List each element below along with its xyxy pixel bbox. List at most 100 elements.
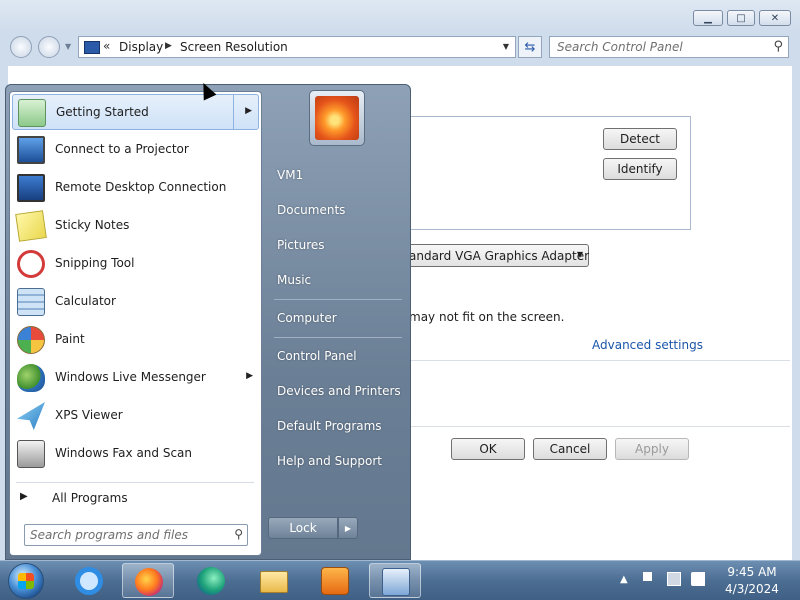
identify-button[interactable]: Identify: [603, 158, 677, 180]
program-windows-fax-scan[interactable]: Windows Fax and Scan: [12, 436, 259, 472]
lock-button[interactable]: Lock: [268, 517, 338, 539]
refresh-icon: ⇆: [524, 39, 536, 55]
minimize-icon: ▁: [704, 12, 712, 24]
program-label: Getting Started: [56, 105, 149, 119]
breadcrumb-separator-icon[interactable]: ▶: [165, 41, 172, 51]
chevron-right-icon: ▶: [20, 491, 28, 502]
network-icon[interactable]: [667, 572, 681, 586]
program-snipping-tool[interactable]: Snipping Tool: [12, 246, 259, 282]
refresh-button[interactable]: ⇆: [518, 36, 542, 58]
user-picture[interactable]: [309, 90, 365, 146]
search-placeholder: Search Control Panel: [557, 40, 683, 54]
maximize-button[interactable]: □: [727, 10, 755, 26]
divider: [408, 426, 790, 427]
clock-time[interactable]: 9:45 AM: [718, 565, 786, 579]
taskbar-firefox[interactable]: [122, 563, 174, 598]
close-button[interactable]: ✕: [759, 10, 791, 26]
taskbar-internet-explorer[interactable]: [63, 563, 115, 598]
start-item-user[interactable]: VM1: [268, 162, 408, 190]
start-item-label: Computer: [277, 311, 337, 325]
windows-logo-icon: [18, 573, 34, 589]
taskbar-control-panel[interactable]: [369, 563, 421, 598]
ok-button[interactable]: OK: [451, 438, 525, 460]
recent-pages-dropdown-icon[interactable]: ▼: [65, 42, 71, 51]
action-center-flag-icon[interactable]: [643, 572, 657, 581]
getting-started-icon: [18, 99, 46, 127]
program-label: Windows Fax and Scan: [55, 446, 193, 460]
start-item-label: Default Programs: [277, 419, 382, 433]
program-calculator[interactable]: Calculator: [12, 284, 259, 320]
volume-muted-icon[interactable]: [691, 572, 705, 586]
program-connect-projector[interactable]: Connect to a Projector: [12, 132, 259, 168]
start-item-music[interactable]: Music: [268, 267, 408, 295]
xps-viewer-icon: [17, 402, 45, 430]
search-icon: ⚲: [234, 527, 243, 541]
start-item-devices-printers[interactable]: Devices and Printers: [268, 378, 408, 406]
program-label: Snipping Tool: [55, 256, 135, 270]
navigation-bar: ▼ « Display ▶ Screen Resolution ▼ ⇆ Sear…: [0, 32, 800, 62]
advanced-settings-link[interactable]: Advanced settings: [592, 338, 703, 352]
start-item-label: Music: [277, 273, 312, 287]
sticky-notes-icon: [15, 210, 47, 242]
search-icon[interactable]: ⚲: [773, 39, 783, 54]
clock-date[interactable]: 4/3/2024: [718, 582, 786, 596]
show-hidden-icons-icon[interactable]: ▲: [620, 574, 628, 585]
start-item-default-programs[interactable]: Default Programs: [268, 413, 408, 441]
program-windows-live-messenger[interactable]: Windows Live Messenger ▶: [12, 360, 259, 396]
all-programs-label: All Programs: [52, 491, 128, 505]
apply-button[interactable]: Apply: [615, 438, 689, 460]
forward-button[interactable]: [38, 36, 60, 58]
taskbar: ▲ 9:45 AM 4/3/2024: [0, 560, 800, 600]
remote-desktop-icon: [17, 174, 45, 202]
minimize-button[interactable]: ▁: [693, 10, 723, 26]
start-item-label: Documents: [277, 203, 346, 217]
breadcrumb-screen-resolution[interactable]: Screen Resolution: [180, 40, 288, 54]
address-dropdown-icon[interactable]: ▼: [503, 42, 509, 51]
start-item-computer[interactable]: Computer: [268, 305, 408, 333]
search-control-panel-input[interactable]: Search Control Panel ⚲: [549, 36, 789, 58]
back-button[interactable]: [10, 36, 32, 58]
start-button[interactable]: [8, 563, 44, 599]
divider: [408, 360, 790, 361]
start-item-label: VM1: [277, 168, 304, 182]
divider: [274, 337, 402, 338]
lock-label: Lock: [289, 521, 317, 535]
start-item-control-panel[interactable]: Control Panel: [268, 343, 408, 371]
cancel-button[interactable]: Cancel: [533, 438, 607, 460]
program-xps-viewer[interactable]: XPS Viewer: [12, 398, 259, 434]
start-item-pictures[interactable]: Pictures: [268, 232, 408, 260]
projector-icon: [17, 136, 45, 164]
start-item-label: Help and Support: [277, 454, 382, 468]
file-explorer-icon: [260, 571, 288, 593]
taskbar-file-explorer[interactable]: [248, 563, 300, 598]
flower-avatar-icon: [315, 96, 359, 140]
program-remote-desktop[interactable]: Remote Desktop Connection: [12, 170, 259, 206]
taskbar-media-player[interactable]: [309, 563, 361, 598]
firefox-icon: [135, 568, 163, 596]
paint-icon: [17, 326, 45, 354]
chevron-right-icon[interactable]: ▶: [246, 371, 253, 381]
chevron-left-icon[interactable]: «: [103, 39, 110, 53]
snipping-tool-icon: [17, 250, 45, 278]
breadcrumb-display[interactable]: Display: [119, 40, 163, 54]
display-select[interactable]: andard VGA Graphics Adapter ▼: [408, 244, 589, 267]
detect-button[interactable]: Detect: [603, 128, 677, 150]
media-player-icon: [321, 567, 349, 595]
programs-pane: Getting Started ▶ Connect to a Projector…: [9, 91, 262, 556]
program-label: Sticky Notes: [55, 218, 130, 232]
start-item-label: Control Panel: [277, 349, 357, 363]
start-item-documents[interactable]: Documents: [268, 197, 408, 225]
program-paint[interactable]: Paint: [12, 322, 259, 358]
program-getting-started[interactable]: Getting Started ▶: [12, 94, 259, 130]
search-placeholder: Search programs and files: [30, 528, 188, 542]
shutdown-options-button[interactable]: ▶: [338, 517, 358, 539]
search-programs-input[interactable]: Search programs and files ⚲: [24, 524, 248, 546]
control-panel-icon: [382, 568, 410, 596]
program-sticky-notes[interactable]: Sticky Notes: [12, 208, 259, 244]
program-label: Calculator: [55, 294, 116, 308]
display-select-value: andard VGA Graphics Adapter: [409, 249, 590, 263]
all-programs-button[interactable]: ▶ All Programs: [12, 484, 259, 512]
address-bar[interactable]: « Display ▶ Screen Resolution ▼: [78, 36, 516, 58]
taskbar-edge[interactable]: [185, 563, 237, 598]
start-item-help-support[interactable]: Help and Support: [268, 448, 408, 476]
